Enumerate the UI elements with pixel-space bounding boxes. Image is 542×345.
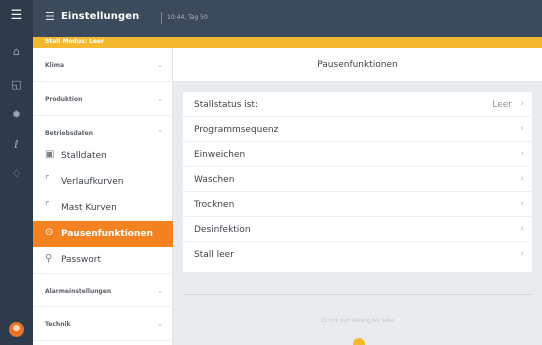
chevron-right-icon: › [520,124,524,134]
sidebar-item-stalldaten[interactable]: ▣ Stalldaten [33,143,173,169]
sidebar-section-technik[interactable]: Technik ⌄ [33,307,173,341]
list-item-trocknen[interactable]: Trocknen › [183,192,532,217]
list-item-label: Desinfektion [194,225,251,235]
sidebar-item-passwort[interactable]: ⚲ Passwort [33,247,173,273]
pause-functions-list: Stallstatus ist: Leer › Programmsequenz … [183,92,532,272]
sidebar-section-label: Klima [45,62,65,69]
lock-icon: ⚲ [45,253,53,264]
sidebar-item-verlaufkurven[interactable]: ⌜ Verlaufkurven [33,169,173,195]
house-icon[interactable]: ⌂ [0,45,33,59]
sidebar-item-label: Passwort [61,255,102,265]
chevron-right-icon: › [520,99,524,109]
list-item-label: Programmsequenz [194,125,279,135]
bell-icon[interactable]: ♢ [0,167,33,181]
list-item-desinfektion[interactable]: Desinfektion › [183,217,532,242]
list-item-label: Stall leer [194,250,234,260]
list-item-programmsequenz[interactable]: Programmsequenz › [183,117,532,142]
chevron-right-icon: › [520,199,524,209]
sidebar-section-label: Betriebsdaten [45,130,94,137]
pause-icon: ⊙ [45,227,54,238]
list-item-einweichen[interactable]: Einweichen › [183,142,532,167]
list-item-label: Trocknen [194,200,235,210]
chevron-right-icon: › [520,149,524,159]
chevron-down-icon: ⌄ [157,95,163,103]
menu-icon[interactable]: ☰ [0,9,33,23]
scroll-top-button[interactable] [353,338,365,345]
sidebar-item-label: Stalldaten [61,151,107,161]
list-item-label: Stallstatus ist: [194,100,259,110]
sidebar-item-label: Mast Kurven [61,203,117,213]
sidebar-item-label: Verlaufkurven [61,177,124,187]
sliders-icon: ☰ [45,10,55,23]
chevron-right-icon: › [520,174,524,184]
sidebar-item-mast-kurven[interactable]: ⌜ Mast Kurven [33,195,173,221]
sidebar-section-label: Produktion [45,96,83,103]
list-item-label: Einweichen [194,150,246,160]
status-banner: Stall Modus: Leer [33,37,542,48]
avatar[interactable] [9,322,24,337]
status-banner-text: Stall Modus: Leer [45,38,105,45]
panel-title: Pausenfunktionen [317,60,398,70]
line-chart-icon: ⌜ [45,201,50,212]
main-panel: Pausenfunktionen Stallstatus ist: Leer ›… [173,48,542,345]
fan-icon[interactable]: ✹ [0,108,33,122]
sidebar-item-pausenfunktionen[interactable]: ⊙ Pausenfunktionen [33,221,173,247]
sidebar-section-label: Alarmeinstellungen [45,288,112,295]
list-item-value: Leer [492,100,512,110]
chevron-up-icon: ⌃ [157,129,163,137]
section-divider [183,294,532,295]
line-chart-icon: ⌜ [45,175,50,186]
list-item-stall-leer[interactable]: Stall leer › [183,242,532,267]
settings-sidebar: Klima ⌄ Produktion ⌄ Betriebsdaten ⌃ ▣ S… [33,48,173,345]
sidebar-section-klima[interactable]: Klima ⌄ [33,48,173,82]
time-day-readout: 10:44, Tag 50 [167,14,208,21]
chevron-right-icon: › [520,224,524,234]
sidebar-section-label: Technik [45,321,71,328]
icon-rail: ☰ ⌂ ◱ ✹ ℓ ♢ [0,0,33,345]
chevron-down-icon: ⌄ [157,61,163,69]
panel-header: Pausenfunktionen [173,48,542,82]
sidebar-section-produktion[interactable]: Produktion ⌄ [33,82,173,116]
chevron-down-icon: ⌄ [157,320,163,328]
chart-icon[interactable]: ◱ [0,78,33,92]
back-to-top-link[interactable]: Zurück zum Anfang der Seite [183,318,532,324]
sidebar-section-alarmeinstellungen[interactable]: Alarmeinstellungen ⌄ [33,273,173,307]
thermometer-icon[interactable]: ℓ [0,138,33,152]
list-item-label: Waschen [194,175,235,185]
list-item-waschen[interactable]: Waschen › [183,167,532,192]
list-item-stallstatus[interactable]: Stallstatus ist: Leer › [183,92,532,117]
chevron-down-icon: ⌄ [157,287,163,295]
page-title: Einstellungen [61,11,140,22]
sidebar-item-label: Pausenfunktionen [61,229,153,239]
building-icon: ▣ [45,149,55,160]
top-bar: ☰ Einstellungen 10:44, Tag 50 [33,0,542,37]
chevron-right-icon: › [520,249,524,259]
header-divider [161,12,162,24]
